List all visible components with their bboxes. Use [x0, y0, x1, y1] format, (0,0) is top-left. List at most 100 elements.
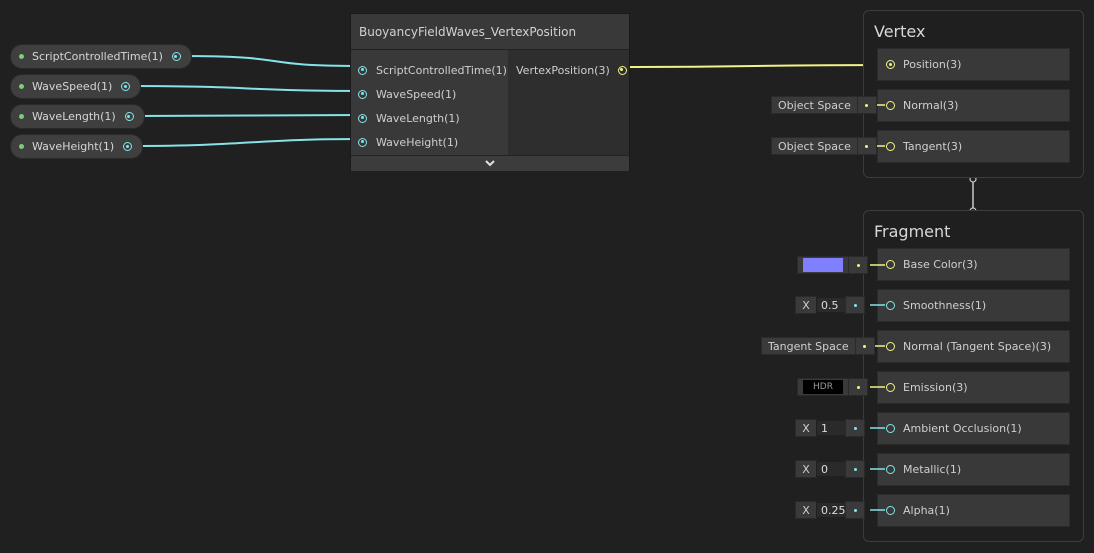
- smoothness-field[interactable]: X 0.5: [795, 296, 865, 314]
- input-port-icon[interactable]: [358, 89, 367, 99]
- space-dropdown[interactable]: Tangent Space: [761, 337, 856, 355]
- connector-dot: [856, 96, 877, 114]
- block-normal-tangent-space[interactable]: Normal (Tangent Space)(3): [877, 330, 1070, 363]
- tangent-space-field[interactable]: Object Space: [771, 137, 877, 155]
- number-input[interactable]: 0.25: [816, 502, 846, 518]
- block-label: Base Color(3): [903, 258, 978, 271]
- alpha-field[interactable]: X 0.25: [795, 501, 865, 519]
- number-input[interactable]: 0.5: [816, 297, 846, 313]
- output-port-icon[interactable]: [171, 52, 181, 61]
- ambient-occlusion-field[interactable]: X 1: [795, 419, 865, 437]
- edge-wave-speed[interactable]: [129, 85, 363, 92]
- input-slot[interactable]: WaveHeight(1): [351, 130, 508, 154]
- property-exposed-dot: [19, 114, 24, 119]
- block-label: Metallic(1): [903, 463, 962, 476]
- metallic-field[interactable]: X 0: [795, 460, 865, 478]
- property-node-wave-speed[interactable]: WaveSpeed(1): [10, 74, 142, 99]
- node-outputs: VertexPosition(3): [508, 50, 629, 155]
- input-port-icon[interactable]: [886, 506, 895, 515]
- connector-dot: [848, 256, 868, 274]
- input-port-icon[interactable]: [358, 137, 367, 147]
- axis-label: X: [795, 296, 817, 314]
- edge-vertex-position[interactable]: [617, 64, 890, 68]
- input-slot[interactable]: ScriptControlledTime(1): [351, 58, 508, 82]
- output-port-icon[interactable]: [121, 82, 131, 91]
- input-port-icon[interactable]: [358, 113, 367, 123]
- connector-dot: [856, 137, 877, 155]
- context-title: Fragment: [874, 222, 951, 241]
- block-normal[interactable]: Normal(3): [877, 89, 1070, 122]
- subgraph-node[interactable]: BuoyancyFieldWaves_VertexPosition Script…: [350, 13, 630, 171]
- input-port-icon[interactable]: [358, 65, 367, 75]
- connector-dot: [845, 419, 865, 437]
- slot-label: ScriptControlledTime(1): [376, 63, 507, 77]
- block-label: Normal (Tangent Space)(3): [903, 340, 1052, 353]
- property-label: WaveLength(1): [32, 110, 116, 123]
- space-dropdown[interactable]: Object Space: [771, 96, 858, 114]
- expand-button[interactable]: [351, 155, 629, 171]
- property-label: WaveHeight(1): [32, 140, 115, 153]
- input-port-icon[interactable]: [886, 142, 895, 151]
- slot-label: WaveHeight(1): [376, 135, 459, 149]
- input-port-icon[interactable]: [886, 424, 895, 433]
- input-port-icon[interactable]: [886, 260, 895, 269]
- block-emission[interactable]: Emission(3): [877, 371, 1070, 404]
- block-label: Alpha(1): [903, 504, 950, 517]
- property-node-script-controlled-time[interactable]: ScriptControlledTime(1): [10, 44, 192, 69]
- emission-field[interactable]: HDR: [797, 378, 868, 396]
- block-label: Tangent(3): [903, 140, 963, 153]
- block-smoothness[interactable]: Smoothness(1): [877, 289, 1070, 322]
- block-alpha[interactable]: Alpha(1): [877, 494, 1070, 527]
- property-node-wave-length[interactable]: WaveLength(1): [10, 104, 145, 129]
- space-dropdown[interactable]: Object Space: [771, 137, 858, 155]
- block-tangent[interactable]: Tangent(3): [877, 130, 1070, 163]
- input-port-icon[interactable]: [886, 60, 895, 69]
- block-label: Emission(3): [903, 381, 968, 394]
- input-port-icon[interactable]: [886, 101, 895, 110]
- output-port-icon[interactable]: [123, 142, 133, 151]
- normal-tangent-space-field[interactable]: Tangent Space: [761, 337, 875, 355]
- block-label: Position(3): [903, 58, 962, 71]
- input-slot[interactable]: WaveLength(1): [351, 106, 508, 130]
- input-port-icon[interactable]: [886, 383, 895, 392]
- property-exposed-dot: [19, 84, 24, 89]
- fragment-context[interactable]: Fragment Base Color(3) Smoothness(1) Nor…: [863, 210, 1084, 542]
- input-slot[interactable]: WaveSpeed(1): [351, 82, 508, 106]
- hdr-color-swatch[interactable]: HDR: [803, 380, 843, 394]
- slot-label: VertexPosition(3): [516, 63, 610, 77]
- normal-space-field[interactable]: Object Space: [771, 96, 877, 114]
- node-inputs: ScriptControlledTime(1) WaveSpeed(1) Wav…: [351, 50, 508, 155]
- output-slot[interactable]: VertexPosition(3): [508, 58, 629, 82]
- axis-label: X: [795, 501, 817, 519]
- output-port-icon[interactable]: [617, 65, 627, 75]
- node-title[interactable]: BuoyancyFieldWaves_VertexPosition: [351, 14, 629, 50]
- chevron-down-icon: [485, 160, 495, 167]
- property-node-wave-height[interactable]: WaveHeight(1): [10, 134, 144, 159]
- block-metallic[interactable]: Metallic(1): [877, 453, 1070, 486]
- number-input[interactable]: 0: [816, 461, 846, 477]
- input-port-icon[interactable]: [886, 465, 895, 474]
- edge-wave-length[interactable]: [134, 114, 363, 117]
- axis-label: X: [795, 460, 817, 478]
- vertex-context[interactable]: Vertex Position(3) Normal(3) Tangent(3): [863, 10, 1084, 178]
- edge-script-controlled-time[interactable]: [179, 55, 363, 67]
- input-port-icon[interactable]: [886, 342, 895, 351]
- axis-label: X: [795, 419, 817, 437]
- block-label: Ambient Occlusion(1): [903, 422, 1022, 435]
- context-title: Vertex: [874, 22, 926, 41]
- block-position[interactable]: Position(3): [877, 48, 1070, 81]
- block-label: Normal(3): [903, 99, 959, 112]
- connector-dot: [845, 460, 865, 478]
- number-input[interactable]: 1: [816, 420, 846, 436]
- property-label: ScriptControlledTime(1): [32, 50, 163, 63]
- block-ambient-occlusion[interactable]: Ambient Occlusion(1): [877, 412, 1070, 445]
- color-swatch[interactable]: [803, 258, 843, 272]
- input-port-icon[interactable]: [886, 301, 895, 310]
- edge-wave-height[interactable]: [131, 138, 363, 147]
- output-port-icon[interactable]: [124, 112, 134, 121]
- base-color-field[interactable]: [797, 256, 868, 274]
- block-base-color[interactable]: Base Color(3): [877, 248, 1070, 281]
- connector-dot: [845, 296, 865, 314]
- property-exposed-dot: [19, 144, 24, 149]
- property-label: WaveSpeed(1): [32, 80, 113, 93]
